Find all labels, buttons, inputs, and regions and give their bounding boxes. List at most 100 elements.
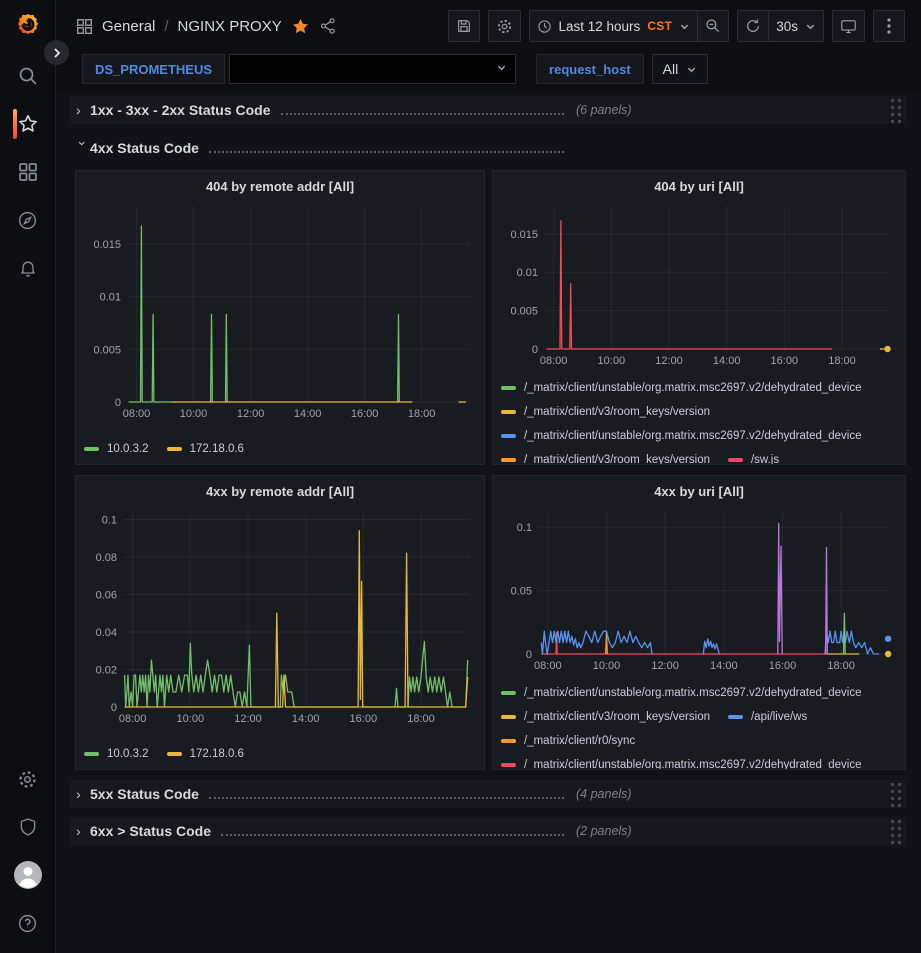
dashboard-canvas: › 1xx - 3xx - 2xx Status Code (6 panels) (56, 92, 921, 953)
row-drag-handle[interactable] (890, 818, 902, 844)
chart-legend: 10.0.3.2 172.18.0.6 (84, 745, 476, 769)
more-options-button[interactable] (873, 10, 905, 42)
legend-label: 172.18.0.6 (190, 748, 244, 760)
sidebar-item-help[interactable] (0, 899, 56, 947)
tv-mode-button[interactable] (832, 10, 865, 42)
timeseries-chart[interactable]: 08:0010:0012:0014:0016:0018:0000.050.1 (501, 504, 897, 679)
svg-text:14:00: 14:00 (713, 355, 741, 367)
refresh-button[interactable] (737, 10, 769, 42)
legend-swatch (84, 447, 99, 451)
row-6xx[interactable]: › 6xx > Status Code (2 panels) (70, 817, 906, 845)
clock-icon (537, 19, 552, 34)
request-host-variable-label[interactable]: request_host (536, 54, 644, 84)
timeseries-chart[interactable]: 08:0010:0012:0014:0016:0018:0000.0050.01… (501, 199, 897, 374)
legend-item[interactable]: 10.0.3.2 (84, 745, 149, 762)
svg-text:0.1: 0.1 (102, 515, 117, 527)
sidebar-item-dashboards[interactable] (0, 148, 56, 196)
chevron-down-icon (686, 64, 697, 75)
row-drag-handle[interactable] (890, 97, 902, 123)
row-4xx[interactable]: › 4xx Status Code (70, 136, 906, 160)
legend-item[interactable]: /_matrix/client/unstable/org.matrix.msc2… (501, 756, 862, 769)
legend-item[interactable]: /_matrix/client/v3/room_keys/version (501, 403, 710, 420)
avatar (13, 860, 43, 890)
legend-label: /_matrix/client/unstable/org.matrix.msc2… (524, 382, 862, 394)
sidebar-item-profile[interactable] (0, 851, 56, 899)
zoom-out-time-button[interactable] (697, 10, 729, 42)
legend-item[interactable]: /_matrix/client/unstable/org.matrix.msc2… (501, 684, 862, 701)
panel-404-by-uri: 404 by uri [All] 08:0010:0012:0014:0016:… (492, 170, 906, 465)
legend-swatch (728, 458, 743, 462)
refresh-interval-picker[interactable]: 30s (768, 10, 824, 42)
sidebar-item-server-admin[interactable] (0, 803, 56, 851)
panel-title[interactable]: 404 by uri [All] (501, 177, 897, 199)
legend-item[interactable]: /_matrix/client/unstable/org.matrix.msc2… (501, 427, 862, 444)
sidebar-expand-button[interactable] (44, 40, 69, 65)
toolbar: Last 12 hours CST (448, 10, 906, 42)
legend-item[interactable]: /sw.js (728, 451, 779, 464)
variables-bar: DS_PROMETHEUS request_host All (56, 52, 921, 92)
svg-text:12:00: 12:00 (655, 355, 683, 367)
svg-text:14:00: 14:00 (710, 660, 738, 672)
time-range-picker[interactable]: Last 12 hours CST (529, 10, 699, 42)
legend-item[interactable]: 172.18.0.6 (167, 440, 244, 457)
panel-title[interactable]: 4xx by remote addr [All] (84, 482, 476, 504)
row-5xx[interactable]: › 5xx Status Code (4 panels) (70, 780, 906, 808)
legend-item[interactable]: 10.0.3.2 (84, 440, 149, 457)
svg-text:18:00: 18:00 (407, 713, 435, 725)
gear-icon (17, 769, 38, 790)
timeseries-chart[interactable]: 08:0010:0012:0014:0016:0018:0000.0050.01… (84, 199, 476, 427)
svg-text:0.005: 0.005 (93, 344, 121, 356)
save-icon (456, 18, 472, 34)
save-dashboard-button[interactable] (448, 10, 480, 42)
sidebar-item-configuration[interactable] (0, 755, 56, 803)
panel-title[interactable]: 404 by remote addr [All] (84, 177, 476, 199)
compass-icon (17, 210, 38, 231)
refresh-interval-label: 30s (776, 19, 798, 34)
dashboard-settings-button[interactable] (488, 10, 521, 42)
legend-item[interactable]: /_matrix/client/unstable/org.matrix.msc2… (501, 379, 862, 396)
main-area: General / NGINX PROXY (56, 0, 921, 953)
legend-item[interactable]: /_matrix/client/r0/sync (501, 732, 635, 749)
breadcrumb-section[interactable]: General (102, 18, 155, 35)
legend-label: /_matrix/client/r0/sync (524, 735, 635, 747)
panel-title[interactable]: 4xx by uri [All] (501, 482, 897, 504)
legend-item[interactable]: /_matrix/client/v3/room_keys/version (501, 451, 710, 464)
legend-swatch (728, 715, 743, 719)
sidebar-item-starred[interactable] (0, 100, 56, 148)
favorite-star-icon[interactable] (291, 17, 310, 36)
chevron-down-icon (679, 21, 690, 32)
datasource-variable-label[interactable]: DS_PROMETHEUS (82, 54, 225, 84)
svg-text:14:00: 14:00 (294, 408, 322, 420)
svg-text:0.04: 0.04 (96, 627, 117, 639)
gear-icon (496, 18, 513, 35)
legend-label: 10.0.3.2 (107, 748, 149, 760)
legend-item[interactable]: /api/live/ws (728, 708, 807, 725)
legend-swatch (501, 763, 516, 767)
svg-text:0.08: 0.08 (96, 552, 117, 564)
datasource-variable-select[interactable] (229, 54, 516, 84)
share-icon[interactable] (319, 17, 337, 35)
panels-grid: 404 by remote addr [All] 08:0010:0012:00… (75, 170, 906, 770)
row-title: 6xx > Status Code (90, 823, 211, 839)
legend-swatch (501, 739, 516, 743)
request-host-variable-select[interactable]: All (652, 54, 709, 84)
svg-text:0.06: 0.06 (96, 590, 117, 602)
svg-text:0: 0 (111, 702, 117, 714)
sidebar-item-alerting[interactable] (0, 244, 56, 292)
legend-label: /sw.js (751, 454, 779, 465)
svg-text:12:00: 12:00 (237, 408, 265, 420)
request-host-variable-value: All (663, 61, 679, 77)
refresh-controls-group: 30s (737, 10, 824, 42)
row-drag-handle[interactable] (890, 781, 902, 807)
row-dotted-leader (221, 834, 564, 836)
svg-text:18:00: 18:00 (828, 355, 856, 367)
timeseries-chart[interactable]: 08:0010:0012:0014:0016:0018:0000.020.040… (84, 504, 476, 732)
legend-item[interactable]: 172.18.0.6 (167, 745, 244, 762)
sidebar-item-explore[interactable] (0, 196, 56, 244)
legend-item[interactable]: /_matrix/client/v3/room_keys/version (501, 708, 710, 725)
row-panel-count: (6 panels) (576, 103, 632, 117)
row-left: › 1xx - 3xx - 2xx Status Code (76, 102, 568, 118)
legend-swatch (167, 447, 182, 451)
row-1xx-3xx-2xx[interactable]: › 1xx - 3xx - 2xx Status Code (6 panels) (70, 96, 906, 124)
legend-label: /_matrix/client/v3/room_keys/version (524, 406, 710, 418)
